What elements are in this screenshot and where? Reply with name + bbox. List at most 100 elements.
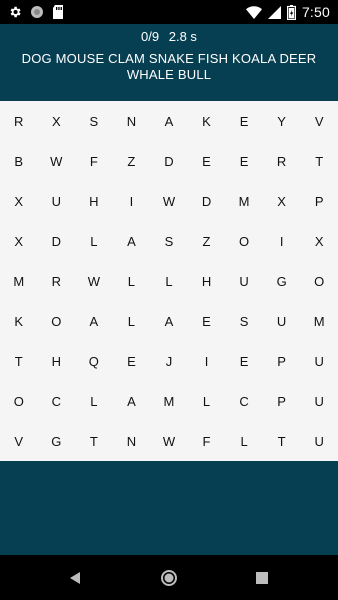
grid-cell[interactable]: G	[263, 261, 301, 301]
grid-cell[interactable]: U	[38, 181, 76, 221]
grid-cell[interactable]: M	[0, 261, 38, 301]
grid-cell[interactable]: L	[113, 261, 151, 301]
grid-cell[interactable]: J	[150, 341, 188, 381]
back-icon[interactable]	[64, 567, 86, 589]
word-list: DOG MOUSE CLAM SNAKE FISH KOALA DEER WHA…	[14, 51, 324, 83]
grid-cell[interactable]: Z	[188, 221, 226, 261]
word-item: DEER	[279, 51, 317, 66]
grid-cell[interactable]: U	[300, 421, 338, 461]
grid-cell[interactable]: A	[75, 301, 113, 341]
word-item: BULL	[177, 67, 212, 82]
grid-cell[interactable]: S	[225, 301, 263, 341]
grid-cell[interactable]: U	[225, 261, 263, 301]
grid-cell[interactable]: F	[188, 421, 226, 461]
grid-cell[interactable]: M	[225, 181, 263, 221]
status-bar: 7:50	[0, 0, 338, 24]
grid-cell[interactable]: V	[300, 101, 338, 141]
wifi-icon	[245, 5, 262, 19]
grid-cell[interactable]: X	[263, 181, 301, 221]
clock: 7:50	[301, 4, 330, 20]
grid-cell[interactable]: E	[188, 141, 226, 181]
grid-cell[interactable]: T	[0, 341, 38, 381]
grid-cell[interactable]: M	[150, 381, 188, 421]
grid-cell[interactable]: L	[225, 421, 263, 461]
word-item: MOUSE	[55, 51, 105, 66]
grid-cell[interactable]: O	[225, 221, 263, 261]
grid-cell[interactable]: P	[300, 181, 338, 221]
grid-cell[interactable]: E	[225, 101, 263, 141]
grid-cell[interactable]: X	[38, 101, 76, 141]
grid-cell[interactable]: H	[188, 261, 226, 301]
grid-cell[interactable]: Q	[75, 341, 113, 381]
grid-cell[interactable]: H	[75, 181, 113, 221]
grid-cell[interactable]: W	[75, 261, 113, 301]
grid-cell[interactable]: C	[225, 381, 263, 421]
grid-cell[interactable]: O	[300, 261, 338, 301]
home-icon[interactable]	[158, 567, 180, 589]
grid-cell[interactable]: E	[225, 341, 263, 381]
cell-signal-icon	[267, 5, 281, 19]
grid-cell[interactable]: T	[263, 421, 301, 461]
grid-cell[interactable]: F	[75, 141, 113, 181]
grid-cell[interactable]: X	[0, 221, 38, 261]
grid-cell[interactable]: O	[0, 381, 38, 421]
grid-cell[interactable]: H	[38, 341, 76, 381]
grid-cell[interactable]: E	[188, 301, 226, 341]
grid-cell[interactable]: A	[113, 381, 151, 421]
battery-icon	[286, 4, 296, 20]
grid-cell[interactable]: S	[150, 221, 188, 261]
grid-cell[interactable]: I	[263, 221, 301, 261]
grid-cell[interactable]: Z	[113, 141, 151, 181]
grid-cell[interactable]: E	[113, 341, 151, 381]
grid-cell[interactable]: U	[300, 381, 338, 421]
grid-cell[interactable]: O	[38, 301, 76, 341]
grid-cell[interactable]: M	[300, 301, 338, 341]
grid-cell[interactable]: L	[188, 381, 226, 421]
grid-cell[interactable]: Y	[263, 101, 301, 141]
grid-cell[interactable]: K	[188, 101, 226, 141]
grid-cell[interactable]: V	[0, 421, 38, 461]
grid-cell[interactable]: X	[300, 221, 338, 261]
grid-cell[interactable]: P	[263, 381, 301, 421]
grid-cell[interactable]: K	[0, 301, 38, 341]
grid-cell[interactable]: W	[38, 141, 76, 181]
letter-grid[interactable]: RXSNAKEYVBWFZDEERTXUHIWDMXPXDLASZOIXMRWL…	[0, 101, 338, 461]
gear-icon	[8, 5, 22, 19]
grid-cell[interactable]: A	[150, 101, 188, 141]
circle-icon	[30, 5, 44, 19]
grid-cell[interactable]: N	[113, 421, 151, 461]
word-item: DOG	[21, 51, 52, 66]
grid-cell[interactable]: P	[263, 341, 301, 381]
grid-cell[interactable]: L	[150, 261, 188, 301]
timer: 2.8 s	[168, 29, 197, 44]
grid-cell[interactable]: A	[113, 221, 151, 261]
grid-cell[interactable]: W	[150, 421, 188, 461]
grid-cell[interactable]: D	[150, 141, 188, 181]
grid-cell[interactable]: I	[113, 181, 151, 221]
grid-cell[interactable]: A	[150, 301, 188, 341]
grid-cell[interactable]: X	[0, 181, 38, 221]
grid-cell[interactable]: U	[300, 341, 338, 381]
recents-icon[interactable]	[251, 567, 273, 589]
grid-cell[interactable]: L	[75, 221, 113, 261]
grid-cell[interactable]: T	[300, 141, 338, 181]
grid-cell[interactable]: L	[75, 381, 113, 421]
grid-cell[interactable]: S	[75, 101, 113, 141]
grid-cell[interactable]: L	[113, 301, 151, 341]
grid-cell[interactable]: B	[0, 141, 38, 181]
grid-cell[interactable]: I	[188, 341, 226, 381]
grid-cell[interactable]: G	[38, 421, 76, 461]
grid-cell[interactable]: T	[75, 421, 113, 461]
grid-cell[interactable]: U	[263, 301, 301, 341]
grid-cell[interactable]: C	[38, 381, 76, 421]
grid-cell[interactable]: E	[225, 141, 263, 181]
grid-cell[interactable]: D	[38, 221, 76, 261]
sd-card-icon	[52, 5, 64, 19]
grid-cell[interactable]: N	[113, 101, 151, 141]
grid-cell[interactable]: R	[0, 101, 38, 141]
grid-cell[interactable]: D	[188, 181, 226, 221]
bottom-panel	[0, 461, 338, 555]
grid-cell[interactable]: R	[38, 261, 76, 301]
grid-cell[interactable]: R	[263, 141, 301, 181]
grid-cell[interactable]: W	[150, 181, 188, 221]
